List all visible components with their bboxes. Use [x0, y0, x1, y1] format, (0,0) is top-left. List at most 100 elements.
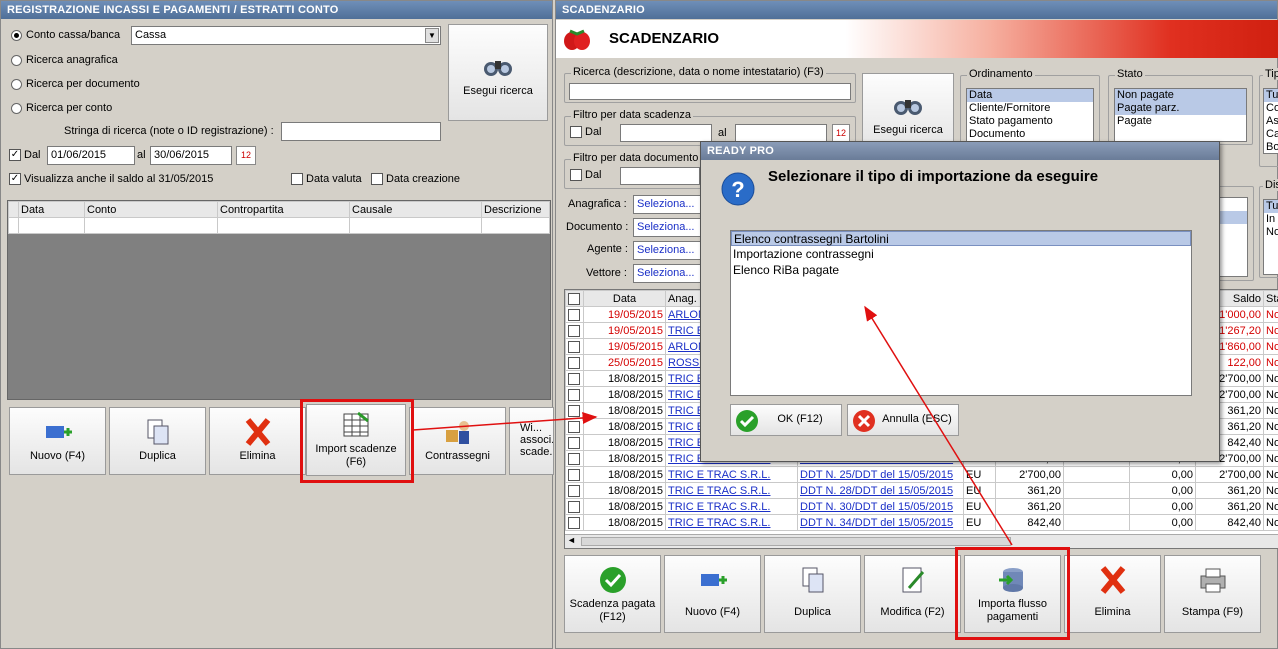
list-item[interactable]: Documento [967, 128, 1093, 141]
al-input[interactable]: 30/06/2015 [150, 146, 232, 165]
dal-checkbox[interactable]: ✓ Dal [9, 149, 41, 162]
list-item[interactable]: As [1264, 115, 1278, 128]
table-cell-chk[interactable] [565, 322, 584, 339]
table-cell-doc[interactable]: DDT N. 34/DDT del 15/05/2015 [797, 514, 964, 531]
table-cell-anag[interactable]: TRIC E TRAC S.R.L. [665, 482, 798, 499]
table-cell-chk[interactable] [565, 450, 584, 467]
table-cell-chk[interactable] [565, 434, 584, 451]
list-item[interactable]: Pagate [1115, 115, 1246, 128]
table-cell-chk[interactable] [565, 386, 584, 403]
calendar-icon[interactable]: 12 [236, 146, 256, 165]
dialog-ok-button[interactable]: OK (F12) [730, 404, 842, 436]
list-item[interactable]: Tu [1264, 89, 1278, 102]
table-cell-chk[interactable] [565, 338, 584, 355]
checkbox-icon[interactable] [568, 340, 580, 353]
right-nuovo-button[interactable]: Nuovo (F4) [664, 555, 761, 633]
import-options-list[interactable]: Elenco contrassegni Bartolini Importazio… [730, 230, 1192, 396]
table-cell-doc[interactable]: DDT N. 25/DDT del 15/05/2015 [797, 466, 964, 483]
table-cell-chk[interactable] [565, 514, 584, 531]
list-item[interactable]: Pagate parz. [1115, 102, 1246, 115]
scadenza-pagata-button[interactable]: Scadenza pagata (F12) [564, 555, 661, 633]
data-creazione-checkbox[interactable]: Data creazione [371, 173, 460, 186]
list-item[interactable]: Importazione contrassegni [731, 246, 1191, 262]
select-all-header[interactable] [565, 290, 584, 307]
list-item[interactable]: Bo [1264, 141, 1278, 154]
modifica-button[interactable]: Modifica (F2) [864, 555, 961, 633]
ordinamento-list[interactable]: Data Cliente/Fornitore Stato pagamento D… [966, 88, 1094, 142]
dal-input[interactable]: 01/06/2015 [47, 146, 135, 165]
data-valuta-checkbox[interactable]: Data valuta [291, 173, 362, 186]
checkbox-icon[interactable] [568, 420, 580, 433]
stato-list[interactable]: Non pagate Pagate parz. Pagate [1114, 88, 1247, 142]
table-row[interactable]: 18/08/2015 TRIC E TRAC S.R.L. DDT N. 28/DD… [565, 482, 1278, 499]
checkbox-icon[interactable] [568, 484, 580, 497]
col-data[interactable]: Data [583, 290, 666, 307]
checkbox-icon[interactable] [568, 308, 580, 321]
wizard-button[interactable]: Wi... associ... scade... [509, 407, 554, 475]
table-row[interactable]: 18/08/2015 TRIC E TRAC S.R.L. DDT N. 34/DD… [565, 514, 1278, 531]
nuovo-button[interactable]: Nuovo (F4) [9, 407, 106, 475]
radio-conto[interactable]: Conto cassa/banca [11, 29, 120, 41]
right-elimina-button[interactable]: Elimina [1064, 555, 1161, 633]
chevron-down-icon[interactable]: ▼ [425, 28, 439, 43]
list-item[interactable]: Non pagate [1115, 89, 1246, 102]
radio-conto2[interactable]: Ricerca per conto [11, 102, 112, 114]
checkbox-icon[interactable] [568, 516, 580, 529]
table-cell-doc[interactable]: DDT N. 28/DDT del 15/05/2015 [797, 482, 964, 499]
table-row[interactable]: 18/08/2015 TRIC E TRAC S.R.L. DDT N. 30/DD… [565, 498, 1278, 515]
table-cell-chk[interactable] [565, 482, 584, 499]
col-stato[interactable]: Sta [1263, 290, 1278, 307]
table-cell-chk[interactable] [565, 354, 584, 371]
checkbox-icon[interactable] [568, 372, 580, 385]
list-item[interactable]: No [1264, 226, 1278, 239]
table-cell-chk[interactable] [565, 370, 584, 387]
table-cell-chk[interactable] [565, 498, 584, 515]
checkbox-icon[interactable] [568, 468, 580, 481]
checkbox-icon[interactable] [568, 324, 580, 337]
filtro-scad-al-input[interactable] [735, 124, 827, 142]
checkbox-icon[interactable] [568, 388, 580, 401]
table-cell-chk[interactable] [565, 402, 584, 419]
calendar-icon[interactable]: 12 [832, 124, 850, 142]
dis-list[interactable]: Tu In No [1263, 199, 1278, 275]
dialog-cancel-button[interactable]: Annulla (ESC) [847, 404, 959, 436]
list-item[interactable]: Elenco RiBa pagate [731, 262, 1191, 278]
esegui-ricerca-button[interactable]: Esegui ricerca [448, 24, 548, 121]
scroll-thumb[interactable] [581, 537, 1011, 546]
list-item[interactable]: Ca [1264, 128, 1278, 141]
list-item[interactable]: Tu [1264, 200, 1278, 213]
filtro-doc-dal-input[interactable] [620, 167, 700, 185]
checkbox-icon[interactable] [568, 404, 580, 417]
saldo-checkbox[interactable]: ✓ Visualizza anche il saldo al 31/05/2015 [9, 173, 213, 186]
checkbox-icon[interactable] [568, 500, 580, 513]
radio-documento[interactable]: Ricerca per documento [11, 78, 140, 90]
stampa-button[interactable]: Stampa (F9) [1164, 555, 1261, 633]
horizontal-scrollbar[interactable]: ◄ [565, 534, 1278, 548]
filtro-scad-dal-input[interactable] [620, 124, 712, 142]
contrassegni-button[interactable]: Contrassegni [409, 407, 506, 475]
scroll-left-icon[interactable]: ◄ [567, 535, 576, 545]
table-cell-doc[interactable]: DDT N. 30/DDT del 15/05/2015 [797, 498, 964, 515]
list-item[interactable]: Co [1264, 102, 1278, 115]
checkbox-icon[interactable] [568, 356, 580, 369]
radio-anagrafica[interactable]: Ricerca anagrafica [11, 54, 118, 66]
checkbox-icon[interactable] [568, 292, 580, 305]
list-item[interactable]: Elenco contrassegni Bartolini [731, 231, 1191, 246]
table-row[interactable]: 18/08/2015 TRIC E TRAC S.R.L. DDT N. 25/DD… [565, 466, 1278, 483]
filtro-doc-dal[interactable]: Dal [570, 169, 602, 182]
checkbox-icon[interactable] [568, 452, 580, 465]
table-cell-anag[interactable]: TRIC E TRAC S.R.L. [665, 498, 798, 515]
list-item[interactable]: Stato pagamento [967, 115, 1093, 128]
table-cell-chk[interactable] [565, 466, 584, 483]
filtro-scad-dal[interactable]: Dal [570, 126, 602, 139]
tipo-list[interactable]: Tu Co As Ca Bo [1263, 88, 1278, 154]
right-esegui-ricerca-button[interactable]: Esegui ricerca [862, 73, 954, 151]
search-string-input[interactable] [281, 122, 441, 141]
table-cell-chk[interactable] [565, 306, 584, 323]
table-cell-anag[interactable]: TRIC E TRAC S.R.L. [665, 466, 798, 483]
table-cell-anag[interactable]: TRIC E TRAC S.R.L. [665, 514, 798, 531]
list-item[interactable]: Data [967, 89, 1093, 102]
checkbox-icon[interactable] [568, 436, 580, 449]
duplica-button[interactable]: Duplica [109, 407, 206, 475]
left-grid[interactable]: Data Conto Contropartita Causale Descrizione [7, 200, 551, 400]
